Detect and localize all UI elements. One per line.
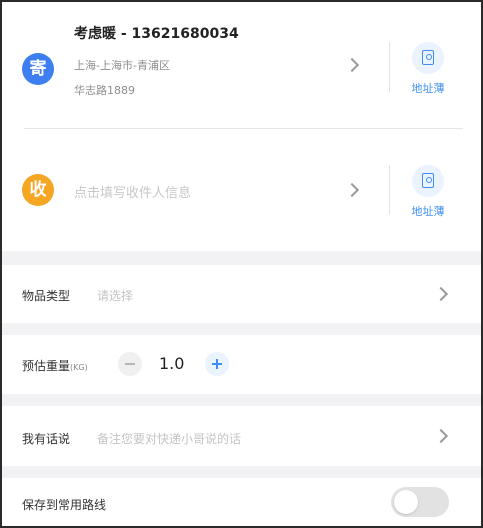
sender-name-phone: 考虑暖 - 13621680034 bbox=[74, 26, 239, 42]
chevron-right-icon[interactable] bbox=[433, 428, 449, 444]
receiver-placeholder: 点击填写收件人信息 bbox=[74, 186, 192, 201]
address-book-icon bbox=[412, 42, 444, 74]
section-gap bbox=[2, 466, 481, 478]
weight-unit: (KG) bbox=[70, 363, 88, 372]
receiver-address-book-button[interactable]: 地址薄 bbox=[407, 165, 449, 219]
save-route-row: 保存到常用路线 bbox=[2, 478, 481, 526]
message-label: 我有话说 bbox=[22, 432, 71, 446]
minus-icon[interactable] bbox=[118, 352, 142, 376]
weight-value: 1.0 bbox=[159, 354, 185, 373]
item-type-row[interactable]: 物品类型 请选择 bbox=[2, 265, 481, 323]
receiver-badge: 收 bbox=[22, 174, 54, 206]
sender-region: 上海-上海市-青浦区 bbox=[74, 59, 170, 72]
toggle-knob bbox=[394, 490, 418, 514]
sender-badge: 寄 bbox=[22, 53, 54, 85]
address-book-label: 地址薄 bbox=[411, 205, 445, 218]
receiver-card[interactable]: 收 点击填写收件人信息 地址薄 bbox=[2, 129, 481, 251]
vertical-divider bbox=[389, 165, 390, 215]
plus-icon[interactable] bbox=[205, 352, 229, 376]
save-route-label: 保存到常用路线 bbox=[22, 498, 107, 512]
app-frame: 寄 考虑暖 - 13621680034 上海-上海市-青浦区 华志路1889 地… bbox=[0, 0, 483, 528]
sender-card[interactable]: 寄 考虑暖 - 13621680034 上海-上海市-青浦区 华志路1889 地… bbox=[2, 2, 481, 129]
section-gap bbox=[2, 323, 481, 335]
item-type-label: 物品类型 bbox=[22, 289, 71, 303]
weight-row: 预估重量(KG) 1.0 bbox=[2, 335, 481, 394]
address-book-icon bbox=[412, 165, 444, 197]
chevron-right-icon[interactable] bbox=[433, 286, 449, 302]
message-placeholder: 备注您要对快递小哥说的话 bbox=[97, 432, 242, 446]
weight-label: 预估重量(KG) bbox=[22, 359, 88, 373]
vertical-divider bbox=[389, 42, 390, 92]
chevron-right-icon[interactable] bbox=[344, 57, 360, 73]
sender-street: 华志路1889 bbox=[74, 84, 135, 97]
item-type-placeholder: 请选择 bbox=[97, 289, 134, 303]
section-gap bbox=[2, 394, 481, 406]
sender-address-book-button[interactable]: 地址薄 bbox=[407, 42, 449, 96]
message-row[interactable]: 我有话说 备注您要对快递小哥说的话 bbox=[2, 406, 481, 466]
address-book-label: 地址薄 bbox=[411, 82, 445, 95]
chevron-right-icon[interactable] bbox=[344, 182, 360, 198]
save-route-toggle[interactable] bbox=[391, 487, 449, 517]
section-gap bbox=[2, 251, 481, 265]
